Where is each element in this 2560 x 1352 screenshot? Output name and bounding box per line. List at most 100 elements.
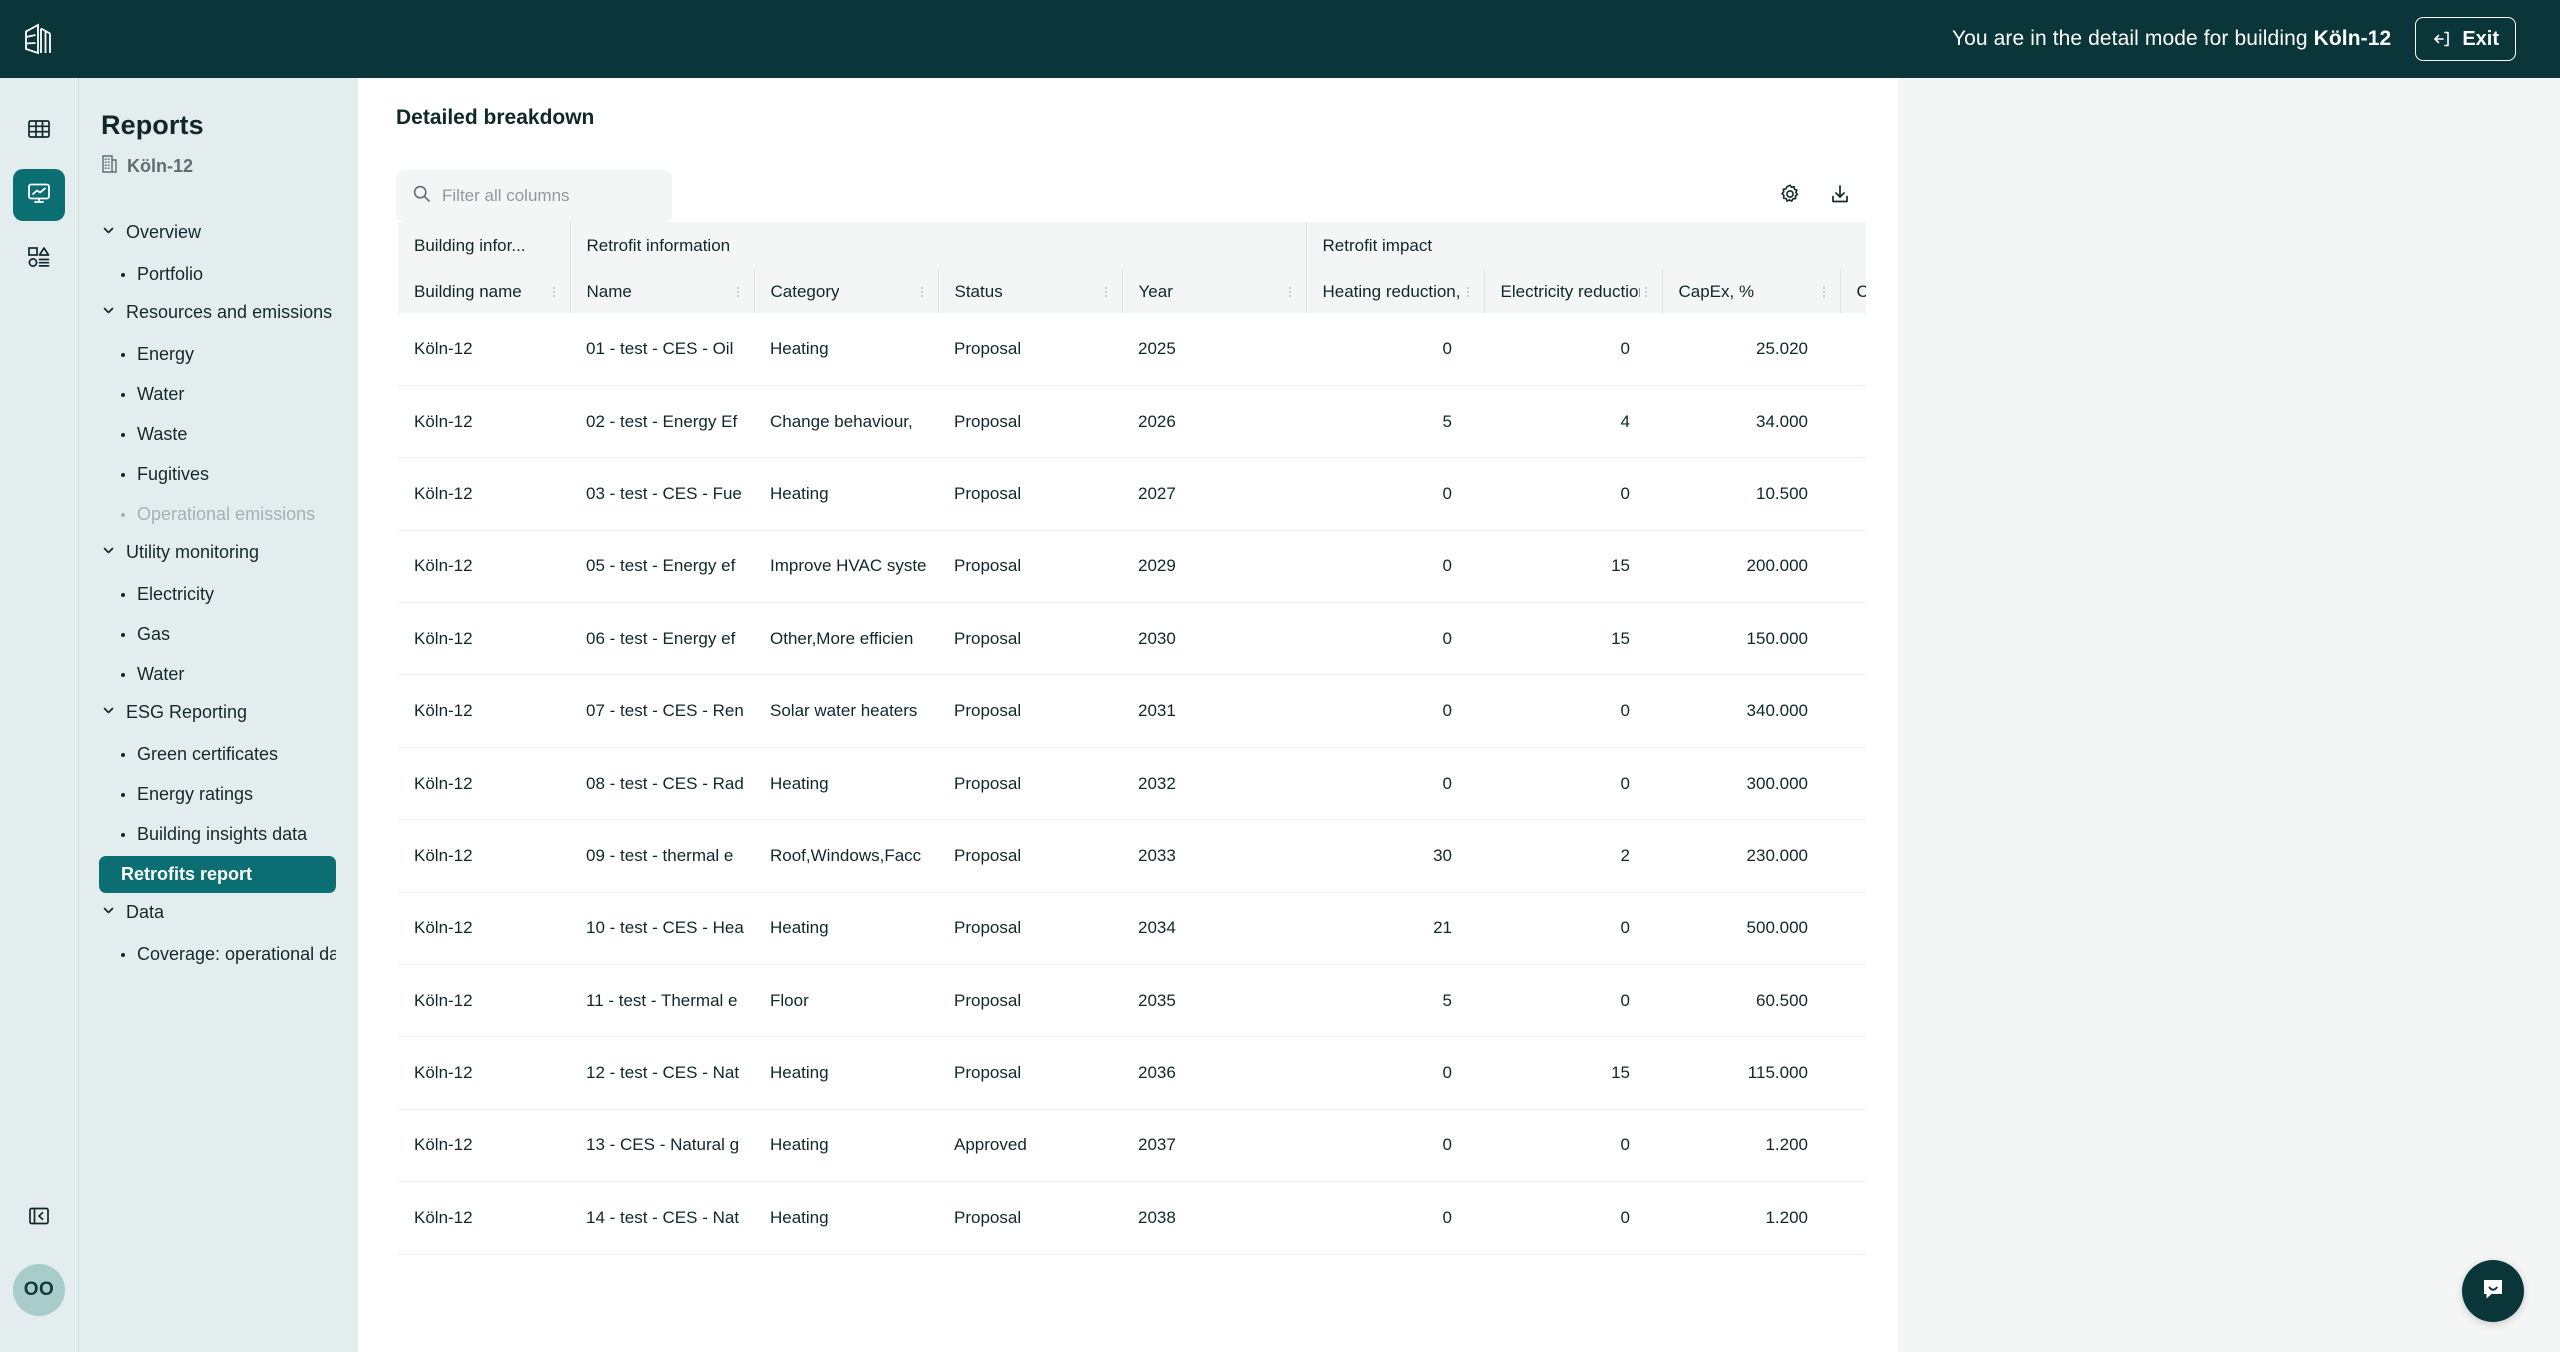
table-column-header[interactable]: Category xyxy=(753,270,938,313)
bullet-icon xyxy=(121,272,125,277)
chat-launcher-button[interactable] xyxy=(2462,1260,2524,1322)
sidebar-item-fugitives[interactable]: Fugitives xyxy=(101,456,336,493)
nav-group-overview[interactable]: Overview xyxy=(101,216,336,249)
table-cell-name: 15 - test - Doors xyxy=(570,1254,754,1274)
retrofits-table-scroll[interactable]: Building infor... Retrofit information Ret… xyxy=(398,222,1866,1274)
table-column-header[interactable]: Year xyxy=(1121,270,1306,313)
sidebar-item-water[interactable]: Water xyxy=(101,376,336,413)
table-cell-category: Floor xyxy=(754,964,938,1038)
table-group-header-label: Retrofit information xyxy=(586,236,731,255)
table-row[interactable]: Köln-1215 - test - DoorsDoorsProposal203… xyxy=(398,1254,1866,1274)
table-cell-building: Köln-12 xyxy=(398,892,570,966)
table-cell-capex2 xyxy=(1840,385,1866,459)
filter-columns-search[interactable] xyxy=(396,170,672,222)
table-row[interactable]: Köln-12 03 - test - CES - Fue Heating Propo… xyxy=(398,457,1866,531)
table-column-header[interactable]: Building name xyxy=(398,270,570,313)
table-cell-capex: 150.000 xyxy=(1662,602,1840,676)
table-row[interactable]: Köln-12 09 - test - thermal e Roof,Windows… xyxy=(398,819,1866,893)
sidebar-item-energy[interactable]: Energy xyxy=(101,336,336,373)
table-cell-building: Köln-12 xyxy=(398,674,570,748)
table-column-header-label: Electricity reduction, % xyxy=(1500,281,1640,301)
table-row[interactable]: Köln-12 01 - test - CES - Oil Heating Propo… xyxy=(398,313,1866,386)
nav-group-resources-and-emissions[interactable]: Resources and emissions xyxy=(101,296,336,329)
table-row[interactable]: Köln-12 05 - test - Energy ef Improve HVAC… xyxy=(398,530,1866,604)
sidebar-item-label: Fugitives xyxy=(137,464,210,484)
table-group-header-label: Retrofit impact xyxy=(1322,236,1433,255)
exit-button[interactable]: Exit xyxy=(2415,17,2516,61)
sidebar-item-retrofits-report[interactable]: Retrofits report xyxy=(99,856,336,893)
table-cell-heating: 0 xyxy=(1306,530,1484,604)
table-head: Building infor... Retrofit information Ret… xyxy=(398,222,1866,313)
table-cell-status: Proposal xyxy=(938,747,1122,821)
table-cell-capex: 25.020 xyxy=(1662,313,1840,386)
sidebar-item-coverage-operational-dat[interactable]: Coverage: operational dat xyxy=(101,936,336,973)
column-menu-icon[interactable] xyxy=(916,286,928,297)
nav-group-utility-monitoring[interactable]: Utility monitoring xyxy=(101,536,336,569)
table-cell-heating: 0 xyxy=(1306,1181,1484,1255)
table-row[interactable]: Köln-12 07 - test - CES - Ren Solar water … xyxy=(398,674,1866,748)
table-row[interactable]: Köln-12 11 - test - Thermal e Floor Proposa… xyxy=(398,964,1866,1038)
sidebar-item-portfolio[interactable]: Portfolio xyxy=(101,256,336,293)
table-column-header[interactable]: Status xyxy=(937,270,1122,313)
column-menu-icon[interactable] xyxy=(732,286,744,297)
table-column-header[interactable]: Heating reduction, % xyxy=(1305,270,1484,313)
table-cell-building: Köln-12 xyxy=(398,313,570,386)
table-row[interactable]: Köln-12 06 - test - Energy ef Other,More e… xyxy=(398,602,1866,676)
table-row[interactable]: Köln-12 08 - test - CES - Rad Heating Propo… xyxy=(398,747,1866,821)
table-cell-electricity: 0 xyxy=(1484,674,1662,748)
table-cell-building: Köln-12 xyxy=(398,819,570,893)
table-row[interactable]: Köln-12 14 - test - CES - Nat Heating Propo… xyxy=(398,1181,1866,1255)
bullet-icon xyxy=(121,472,125,477)
rail-item-reports[interactable] xyxy=(13,169,65,221)
table-cell-electricity: 0 xyxy=(1484,892,1662,966)
sidebar-item-label: Green certificates xyxy=(137,744,279,764)
sidebar-item-waste[interactable]: Waste xyxy=(101,416,336,453)
table-row[interactable]: Köln-12 13 - CES - Natural g Heating Approv… xyxy=(398,1109,1866,1183)
table-row[interactable]: Köln-12 02 - test - Energy Ef Change behav… xyxy=(398,385,1866,459)
table-cell-year: 2035 xyxy=(1122,964,1306,1038)
table-column-header[interactable]: Electricity reduction, % xyxy=(1483,270,1662,313)
sidebar-item-water[interactable]: Water xyxy=(101,656,336,693)
sidebar-item-green-certificates[interactable]: Green certificates xyxy=(101,736,336,773)
table-group-header: Retrofit impact xyxy=(1305,222,1866,270)
column-menu-icon[interactable] xyxy=(548,286,560,297)
table-cell-electricity: 0 xyxy=(1484,964,1662,1038)
table-row[interactable]: Köln-12 12 - test - CES - Nat Heating Propo… xyxy=(398,1036,1866,1110)
sidebar-item-electricity[interactable]: Electricity xyxy=(101,576,336,613)
nav-group-esg-reporting[interactable]: ESG Reporting xyxy=(101,696,336,729)
avatar[interactable]: OO xyxy=(13,1264,65,1316)
table-cell-category: Improve HVAC syste xyxy=(754,530,938,604)
app-logo[interactable] xyxy=(0,0,78,78)
table-column-header[interactable]: Name xyxy=(569,270,754,313)
table-cell-electricity: 0 xyxy=(1484,1181,1662,1255)
rail-item-data-table[interactable] xyxy=(13,105,65,157)
table-column-header[interactable]: Cap xyxy=(1839,270,1866,313)
detail-mode-banner: You are in the detail mode for building … xyxy=(1952,27,2391,51)
table-column-header-label: Category xyxy=(770,281,840,301)
sidebar-item-label: Coverage: operational dat xyxy=(137,944,336,964)
column-menu-icon[interactable] xyxy=(1640,286,1652,297)
column-menu-icon[interactable] xyxy=(1818,286,1830,297)
table-cell-electricity: 0 xyxy=(1484,457,1662,531)
column-menu-icon[interactable] xyxy=(1100,286,1112,297)
table-column-header[interactable]: CapEx, % xyxy=(1661,270,1840,313)
sidebar-item-energy-ratings[interactable]: Energy ratings xyxy=(101,776,336,813)
nav-group-data[interactable]: Data xyxy=(101,896,336,929)
table-row[interactable]: Köln-12 10 - test - CES - Hea Heating Propo… xyxy=(398,892,1866,966)
table-cell-year: 2025 xyxy=(1122,313,1306,386)
table-cell-category: Heating xyxy=(754,1109,938,1183)
download-button[interactable] xyxy=(1820,176,1860,216)
rail-item-catalogue[interactable] xyxy=(13,233,65,285)
column-menu-icon[interactable] xyxy=(1462,286,1474,297)
table-cell-year: 2034 xyxy=(1122,892,1306,966)
table-cell-status: Proposal xyxy=(938,1254,1122,1274)
table-cell-year: 2037 xyxy=(1122,1109,1306,1183)
sidebar-item-gas[interactable]: Gas xyxy=(101,616,336,653)
table-cell-capex2 xyxy=(1840,457,1866,531)
sidebar-item-building-insights-data[interactable]: Building insights data xyxy=(101,816,336,853)
search-input[interactable] xyxy=(442,186,656,206)
column-menu-icon[interactable] xyxy=(1284,286,1296,297)
table-settings-button[interactable] xyxy=(1770,176,1810,216)
collapse-sidebar-button[interactable] xyxy=(13,1192,65,1244)
sidebar-building-label: Köln-12 xyxy=(127,155,194,176)
